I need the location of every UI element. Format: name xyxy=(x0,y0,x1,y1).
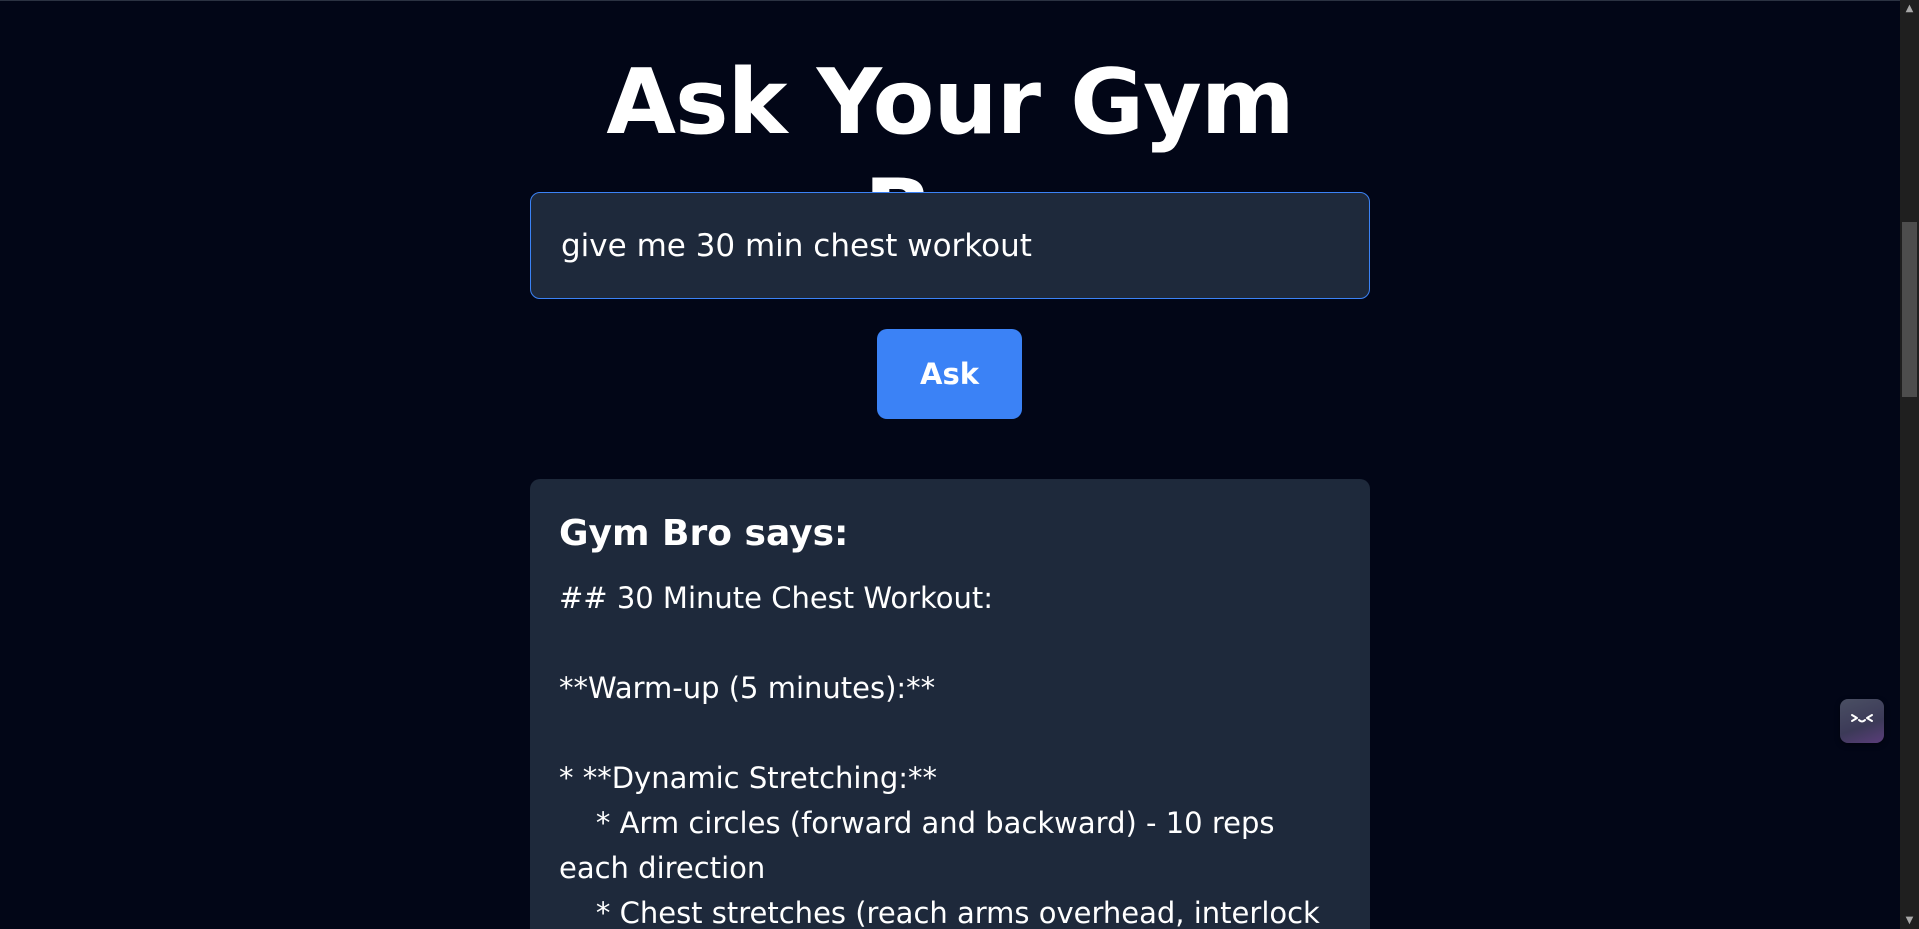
scrollbar-thumb[interactable] xyxy=(1902,222,1917,397)
scroll-up-arrow-icon[interactable]: ▲ xyxy=(1900,0,1919,17)
top-border xyxy=(0,0,1900,1)
response-card: Gym Bro says: ## 30 Minute Chest Workout… xyxy=(530,479,1370,929)
vertical-scrollbar[interactable]: ▲ ▼ xyxy=(1900,0,1919,929)
response-text: ## 30 Minute Chest Workout: **Warm-up (5… xyxy=(559,581,1320,929)
question-input[interactable] xyxy=(530,192,1370,299)
extension-widget-button[interactable] xyxy=(1840,699,1884,743)
response-heading: Gym Bro says: xyxy=(559,513,849,554)
ask-button[interactable]: Ask xyxy=(877,329,1022,419)
kaomoji-face-icon xyxy=(1840,699,1884,743)
scroll-down-arrow-icon[interactable]: ▼ xyxy=(1900,912,1919,929)
